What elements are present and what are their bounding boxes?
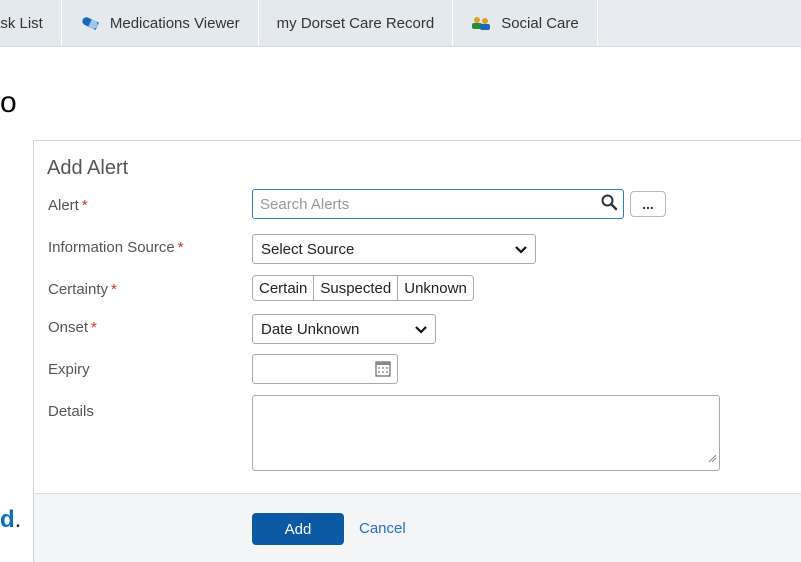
certainty-option-certain[interactable]: Certain [253, 276, 315, 300]
tab-label: Medications Viewer [109, 14, 240, 32]
required-marker: * [177, 239, 184, 256]
add-button[interactable]: Add [252, 513, 344, 545]
people-icon [471, 16, 491, 30]
certainty-label: Certainty * [48, 281, 117, 298]
dialog-footer: Add Cancel [34, 493, 801, 562]
information-source-select[interactable]: Select Source [252, 234, 536, 264]
information-source-label-text: Information Source [48, 239, 175, 256]
tab-my-dorset-care-record[interactable]: my Dorset Care Record [258, 0, 454, 46]
search-icon[interactable] [600, 193, 618, 216]
background-link-text[interactable]: d [0, 506, 15, 533]
pill-icon [80, 16, 100, 30]
background-text-fragment: o [0, 86, 17, 119]
required-marker: * [91, 319, 97, 336]
alert-browse-button[interactable]: ... [630, 191, 666, 217]
tab-bar-filler [597, 0, 801, 46]
required-marker: * [111, 281, 117, 298]
tab-label: Social Care [501, 14, 579, 32]
details-textarea[interactable] [252, 395, 720, 471]
information-source-value: Select Source [261, 240, 355, 258]
expiry-date-input[interactable] [252, 354, 398, 384]
top-tab-bar: ask List Medications Viewer my Dorset Ca… [0, 0, 801, 47]
information-source-label: Information Source * [48, 239, 184, 256]
certainty-label-text: Certainty [48, 281, 109, 298]
alert-search-input[interactable] [258, 194, 600, 214]
add-alert-dialog: Add Alert Alert* ... Information Source*… [33, 140, 801, 562]
alert-label-text: Alert [48, 197, 79, 214]
certainty-option-suspected[interactable]: Suspected [314, 276, 399, 300]
onset-label: Onset * [48, 319, 97, 336]
alert-search-field[interactable] [252, 189, 624, 219]
background-link-fragment: d. [0, 508, 21, 532]
details-label: Details [48, 403, 94, 420]
onset-select[interactable]: Date Unknown [252, 314, 436, 344]
expiry-label: Expiry [48, 361, 90, 378]
certainty-button-group: Certain Suspected Unknown [252, 275, 474, 301]
onset-label-text: Onset [48, 319, 89, 336]
tab-social-care[interactable]: Social Care [453, 0, 598, 46]
required-marker: * [81, 197, 88, 214]
calendar-icon[interactable] [375, 361, 391, 382]
onset-value: Date Unknown [261, 320, 360, 338]
tab-task-list[interactable]: ask List [0, 0, 62, 46]
dialog-title: Add Alert [47, 157, 129, 179]
background-period: . [14, 506, 22, 533]
chevron-down-icon [415, 321, 427, 338]
alert-label: Alert * [48, 197, 88, 214]
tab-label: my Dorset Care Record [276, 14, 435, 32]
tab-label: ask List [0, 14, 43, 32]
chevron-down-icon [515, 241, 527, 258]
certainty-option-unknown[interactable]: Unknown [398, 276, 473, 300]
resize-grip-icon[interactable] [707, 450, 717, 468]
cancel-link[interactable]: Cancel [359, 520, 406, 537]
tab-medications-viewer[interactable]: Medications Viewer [61, 0, 259, 46]
